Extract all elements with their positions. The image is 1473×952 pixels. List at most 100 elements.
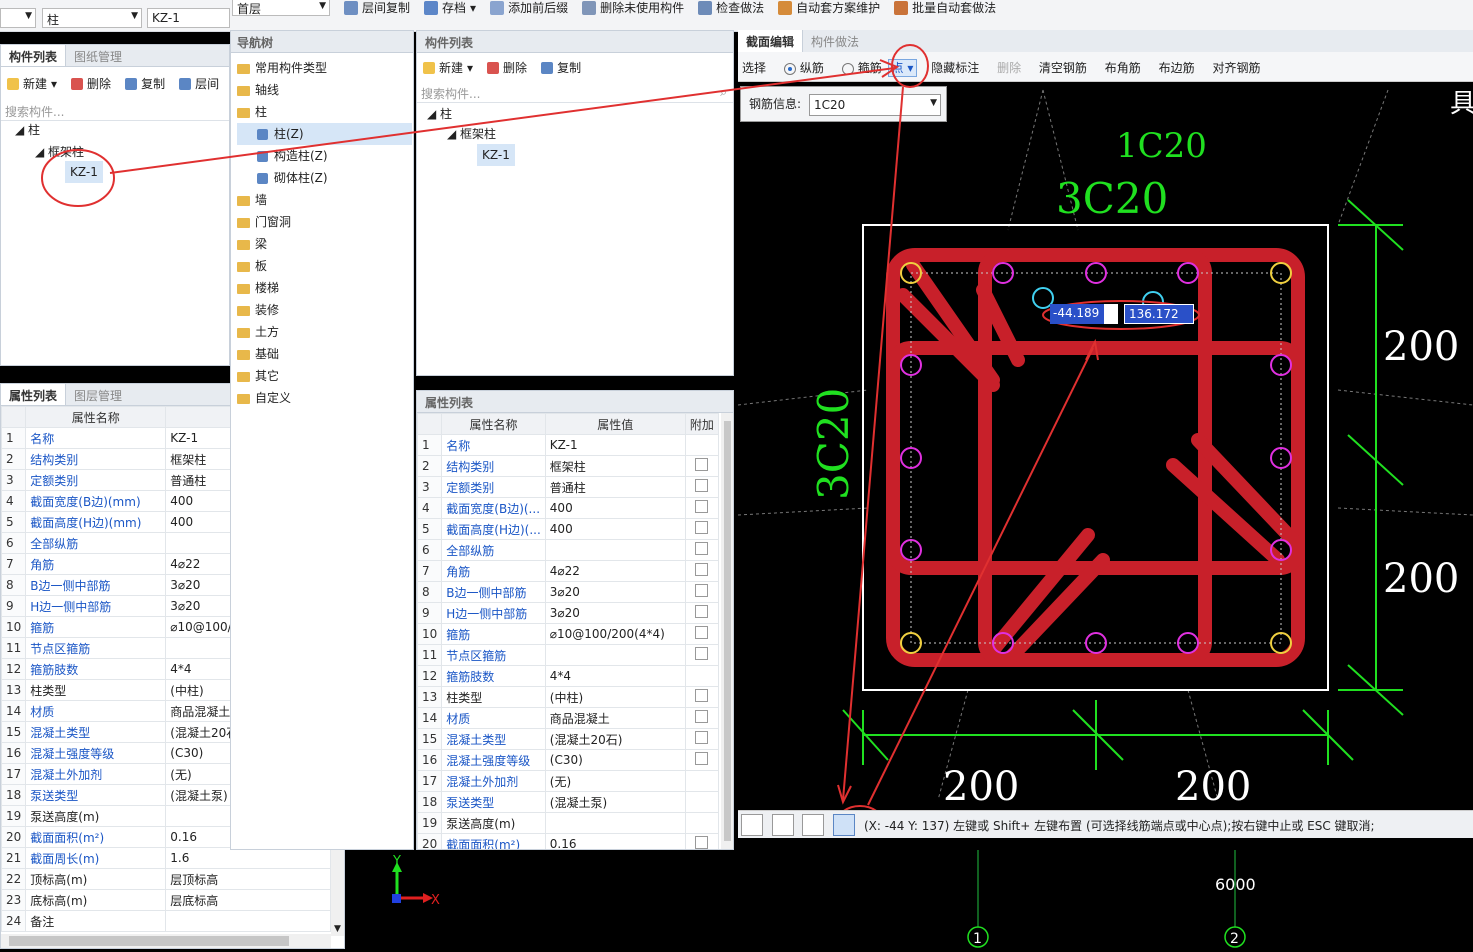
mid-search-input[interactable]: 搜索构件... bbox=[417, 83, 733, 103]
nav-item[interactable]: 柱 bbox=[237, 101, 412, 123]
left-select-1[interactable]: ▼ bbox=[0, 8, 36, 28]
property-value[interactable] bbox=[165, 910, 331, 932]
tree-group-frame-column[interactable]: ◢ 框架柱 bbox=[447, 123, 496, 145]
extra-checkbox[interactable] bbox=[695, 542, 709, 555]
table-row[interactable]: 16 混凝土强度等级 (C30) bbox=[417, 749, 720, 771]
coord-y-input[interactable]: 136.172 bbox=[1124, 304, 1194, 324]
extra-checkbox[interactable] bbox=[695, 689, 709, 702]
tree-group-frame-column[interactable]: ◢ 框架柱 bbox=[35, 141, 84, 163]
property-value[interactable]: 3⌀20 bbox=[544, 602, 686, 624]
left-search-input[interactable]: 搜索构件... bbox=[1, 101, 229, 121]
property-value[interactable]: 层底标高 bbox=[165, 889, 331, 911]
nav-item[interactable]: 楼梯 bbox=[237, 277, 412, 299]
scroll-thumb[interactable] bbox=[9, 936, 289, 946]
extra-checkbox[interactable] bbox=[695, 521, 709, 534]
horizontal-scrollbar[interactable] bbox=[1, 934, 331, 948]
property-value[interactable]: 4*4 bbox=[544, 665, 686, 687]
delete-unused-button[interactable]: 删除未使用构件 bbox=[582, 0, 684, 16]
property-value[interactable]: 1.6 bbox=[165, 847, 331, 869]
extra-checkbox[interactable] bbox=[695, 584, 709, 597]
table-row[interactable]: 13 柱类型 (中柱) bbox=[417, 686, 720, 708]
property-value[interactable]: 框架柱 bbox=[544, 455, 686, 477]
layer-copy-button[interactable]: 层间复制 bbox=[344, 0, 410, 16]
table-row[interactable]: 23 底标高(m) 层底标高 bbox=[1, 889, 331, 911]
property-value[interactable] bbox=[544, 539, 686, 561]
property-value[interactable]: KZ-1 bbox=[544, 434, 686, 456]
property-value[interactable]: (混凝土20石) bbox=[544, 728, 686, 750]
extra-checkbox[interactable] bbox=[695, 626, 709, 639]
nav-item[interactable]: 墙 bbox=[237, 189, 412, 211]
table-row[interactable]: 17 混凝土外加剂 (无) bbox=[417, 770, 720, 792]
coord-x-input[interactable]: -44.189 bbox=[1050, 304, 1104, 324]
nav-item[interactable]: 梁 bbox=[237, 233, 412, 255]
property-value[interactable]: 0.16 bbox=[544, 833, 686, 849]
nav-item[interactable]: 基础 bbox=[237, 343, 412, 365]
table-row[interactable]: 19 泵送高度(m) bbox=[417, 812, 720, 834]
snap-line-icon[interactable] bbox=[772, 814, 794, 836]
table-row[interactable]: 20 截面面积(m²) 0.16 bbox=[417, 833, 720, 849]
property-value[interactable]: (无) bbox=[544, 770, 686, 792]
property-value[interactable]: ⌀10@100/200(4*4) bbox=[544, 623, 686, 645]
tab-property-list[interactable]: 属性列表 bbox=[1, 384, 67, 405]
table-row[interactable]: 4 截面宽度(B边)(... 400 bbox=[417, 497, 720, 519]
table-row[interactable]: 7 角筋 4⌀22 bbox=[417, 560, 720, 582]
scroll-thumb[interactable] bbox=[724, 421, 731, 841]
property-value[interactable]: (中柱) bbox=[544, 686, 686, 708]
table-row[interactable]: 5 截面高度(H边)(... 400 bbox=[417, 518, 720, 540]
property-value[interactable]: 3⌀20 bbox=[544, 581, 686, 603]
tree-item-kz1[interactable]: KZ-1 bbox=[65, 161, 103, 183]
table-row[interactable]: 15 混凝土类型 (混凝土20石) bbox=[417, 728, 720, 750]
nav-item[interactable]: 其它 bbox=[237, 365, 412, 387]
nav-item[interactable]: 砌体柱(Z) bbox=[237, 167, 412, 189]
table-row[interactable]: 10 箍筋 ⌀10@100/200(4*4) bbox=[417, 623, 720, 645]
tree-root-column[interactable]: ◢ 柱 bbox=[427, 103, 452, 125]
property-value[interactable]: 普通柱 bbox=[544, 476, 686, 498]
extra-checkbox[interactable] bbox=[695, 710, 709, 723]
property-value[interactable] bbox=[544, 812, 686, 834]
perpendicular-icon[interactable] bbox=[802, 814, 824, 836]
new-button[interactable]: 新建 ▾ bbox=[423, 59, 473, 76]
section-drawing[interactable]: 1C20 3C20 3C20 200 200 200 200 具 bbox=[738, 30, 1473, 838]
table-row[interactable]: 8 B边一侧中部筋 3⌀20 bbox=[417, 581, 720, 603]
ortho-toggle-icon[interactable] bbox=[741, 814, 763, 836]
table-row[interactable]: 21 截面周长(m) 1.6 bbox=[1, 847, 331, 869]
table-row[interactable]: 22 顶标高(m) 层顶标高 bbox=[1, 868, 331, 890]
extra-checkbox[interactable] bbox=[695, 563, 709, 576]
table-row[interactable]: 24 备注 bbox=[1, 910, 331, 932]
table-row[interactable]: 2 结构类别 框架柱 bbox=[417, 455, 720, 477]
nav-item[interactable]: 装修 bbox=[237, 299, 412, 321]
floor-select[interactable]: 首层 ▼ bbox=[232, 0, 330, 16]
extra-checkbox[interactable] bbox=[695, 647, 709, 660]
table-row[interactable]: 14 材质 商品混凝土 bbox=[417, 707, 720, 729]
nav-item[interactable]: 常用构件类型 bbox=[237, 57, 412, 79]
copy-button[interactable]: 复制 bbox=[125, 75, 165, 92]
extra-checkbox[interactable] bbox=[695, 836, 709, 849]
extra-checkbox[interactable] bbox=[695, 479, 709, 492]
copy-button[interactable]: 复制 bbox=[541, 59, 581, 76]
coordinate-input-icon[interactable] bbox=[833, 814, 855, 836]
tab-layer-manage[interactable]: 图层管理 bbox=[66, 384, 130, 405]
check-method-button[interactable]: 检查做法 bbox=[698, 0, 764, 16]
main-canvas[interactable]: Y X 6000 1 2 bbox=[345, 850, 1473, 949]
property-value[interactable]: 层顶标高 bbox=[165, 868, 331, 890]
vertical-scrollbar[interactable] bbox=[721, 413, 733, 849]
extra-checkbox[interactable] bbox=[695, 731, 709, 744]
nav-item[interactable]: 板 bbox=[237, 255, 412, 277]
nav-item[interactable]: 自定义 bbox=[237, 387, 412, 409]
property-value[interactable]: 400 bbox=[544, 518, 686, 540]
property-value[interactable]: (混凝土泵) bbox=[544, 791, 686, 813]
tab-drawing-manage[interactable]: 图纸管理 bbox=[66, 45, 130, 66]
layer-button[interactable]: 层间 bbox=[179, 75, 219, 92]
archive-button[interactable]: 存档 ▾ bbox=[424, 0, 476, 16]
delete-button[interactable]: 删除 bbox=[71, 75, 111, 92]
tab-component-list[interactable]: 构件列表 bbox=[1, 45, 67, 66]
property-value[interactable]: 4⌀22 bbox=[544, 560, 686, 582]
property-value[interactable]: (C30) bbox=[544, 749, 686, 771]
auto-plan-button[interactable]: 自动套方案维护 bbox=[778, 0, 880, 16]
table-row[interactable]: 6 全部纵筋 bbox=[417, 539, 720, 561]
table-row[interactable]: 1 名称 KZ-1 bbox=[417, 434, 720, 456]
property-value[interactable]: 商品混凝土 bbox=[544, 707, 686, 729]
property-value[interactable] bbox=[544, 644, 686, 666]
nav-item[interactable]: 柱(Z) bbox=[237, 123, 412, 145]
nav-item[interactable]: 构造柱(Z) bbox=[237, 145, 412, 167]
